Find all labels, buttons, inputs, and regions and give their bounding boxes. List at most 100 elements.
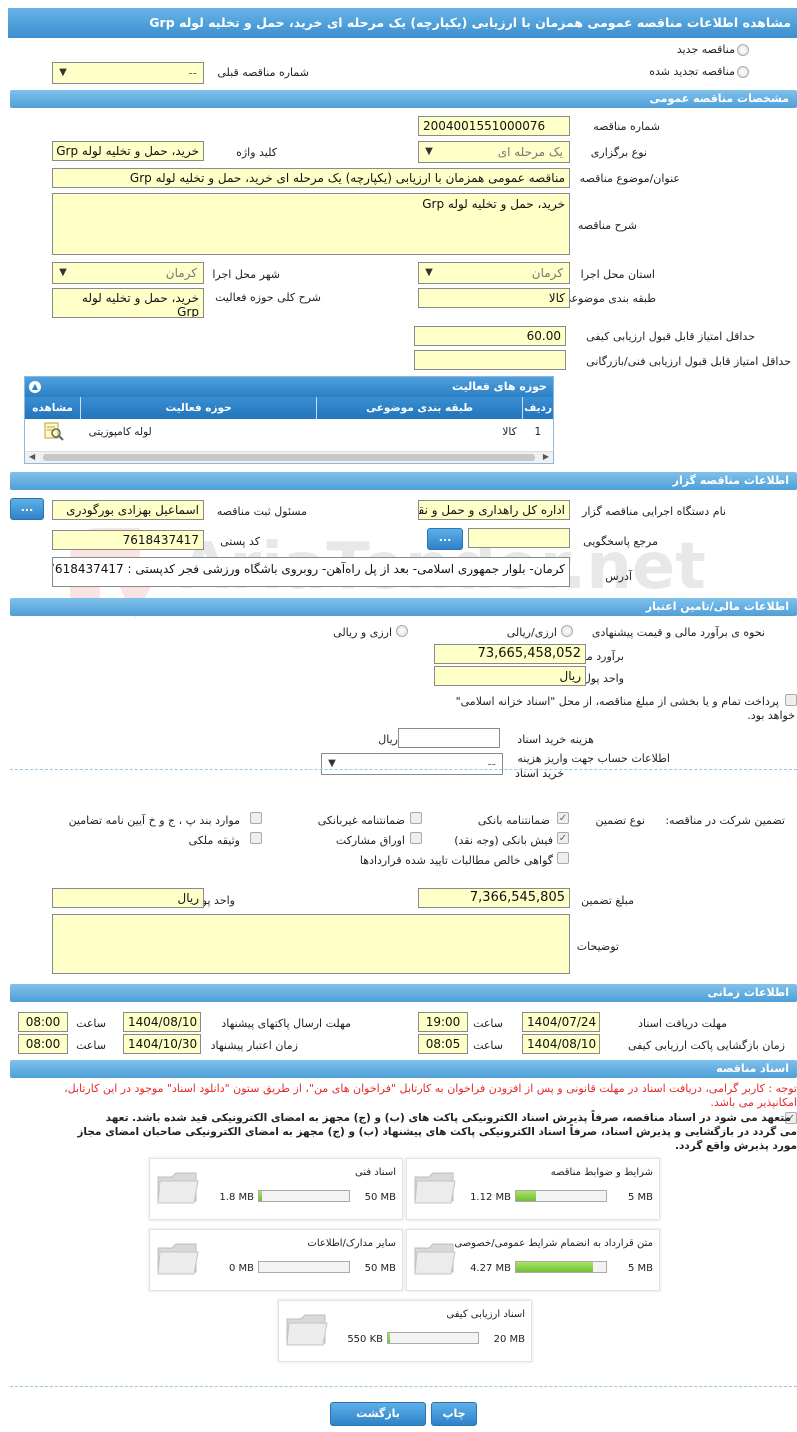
col-area: حوزه فعالیت	[80, 397, 317, 419]
guarantee-unit-field: ریال	[52, 888, 204, 908]
currency-rial-label: ارزی/ریالی	[506, 626, 557, 639]
document-card[interactable]: متن قرارداد به انضمام شرایط عمومی/خصوصی 5…	[406, 1229, 660, 1291]
opening-time: 08:05	[418, 1034, 468, 1054]
scope-field: خرید، حمل و تخلیه لوله Grp	[52, 288, 204, 318]
pledge-text-3: مورد پذیرش واقع گردد.	[674, 1140, 797, 1152]
address-label: آدرس	[605, 570, 632, 583]
footer-divider	[10, 1386, 797, 1387]
category-label: طبقه بندی موضوعی	[562, 292, 656, 305]
notes-label: توضیحات	[576, 940, 619, 953]
horizontal-scrollbar[interactable]: ◀ ▶	[25, 451, 553, 463]
city-select[interactable]: کرمان ▼	[52, 262, 204, 284]
document-card[interactable]: سایر مدارک/اطلاعات 50 MB 0 MB	[149, 1229, 403, 1291]
min-tech-field	[414, 350, 566, 370]
document-progress-bar	[387, 1332, 479, 1344]
document-name: اسناد فنی	[355, 1167, 396, 1178]
doc-receive-label: مهلت دریافت اسناد	[638, 1017, 727, 1030]
validity-time-label: ساعت	[76, 1039, 106, 1052]
row-category: کالا	[502, 426, 517, 438]
new-tender-label: مناقصه جدید	[676, 43, 735, 56]
province-label: استان محل اجرا	[580, 268, 655, 281]
city-label: شهر محل اجرا	[212, 268, 280, 281]
bonds-label: اوراق مشارکت	[335, 834, 405, 847]
treasury-checkbox[interactable]	[785, 694, 797, 706]
clauses-label: موارد بند پ ، ج و خ آیین نامه تضامین	[68, 814, 240, 827]
description-label: شرح مناقصه	[577, 219, 637, 232]
account-label-1: اطلاعات حساب جهت واریز هزینه	[517, 752, 670, 765]
collapse-icon[interactable]: ▲	[29, 381, 41, 393]
bonds-checkbox[interactable]	[410, 832, 422, 844]
currency-and-rial-radio[interactable]	[396, 625, 408, 637]
validity-date: 1404/10/30	[123, 1034, 201, 1054]
min-quality-label: حداقل امتیاز قابل قبول ارزیابی کیفی	[586, 330, 755, 343]
pledge-text-2: می گردد در بازگشایی و پذیرش اسناد، صرفاً…	[77, 1126, 797, 1138]
subject-label: عنوان/موضوع مناقصه	[579, 172, 680, 185]
tender-number-field: 2004001551000076	[418, 116, 570, 136]
province-select[interactable]: کرمان ▼	[418, 262, 570, 284]
reference-label: مرجع پاسخگویی	[583, 535, 658, 548]
scope-label: شرح کلی حوزه فعالیت	[215, 291, 321, 304]
documents-section-header: اسناد مناقصه	[10, 1060, 797, 1078]
document-progress-fill	[259, 1191, 263, 1201]
bank-check-checkbox[interactable]: ✓	[557, 832, 569, 844]
bank-guarantee-checkbox[interactable]: ✓	[557, 812, 569, 824]
activity-table: ردیف طبقه بندی موضوعی حوزه فعالیت مشاهده…	[25, 397, 553, 445]
view-document-icon[interactable]	[42, 421, 64, 441]
net-claims-checkbox[interactable]	[557, 852, 569, 864]
finance-section-header: اطلاعات مالی/تامین اعتبار	[10, 598, 797, 616]
type-select[interactable]: یک مرحله ای ▼	[418, 141, 570, 163]
min-tech-label: حداقل امتیاز قابل قبول ارزیابی فنی/بازرگ…	[586, 355, 791, 368]
currency-and-rial-label: ارزی و ریالی	[333, 626, 392, 639]
general-section-header: مشخصات مناقصه عمومی	[10, 90, 797, 108]
property-checkbox[interactable]	[250, 832, 262, 844]
pledge-text-1: متعهد می شود در اسناد مناقصه، صرفاً پذیر…	[105, 1112, 791, 1124]
reference-more-button[interactable]: ...	[427, 528, 463, 550]
table-row: 1 کالا لوله کامپوزیتی	[25, 419, 553, 445]
document-progress-bar	[258, 1261, 350, 1273]
document-progress-fill	[516, 1191, 537, 1201]
folder-icon	[157, 1172, 199, 1204]
prev-number-label: شماره مناقصه قبلی	[217, 66, 309, 79]
document-card[interactable]: اسناد فنی 50 MB 1.8 MB	[149, 1158, 403, 1220]
section-divider	[10, 769, 797, 770]
prev-number-select[interactable]: -- ▼	[52, 62, 204, 84]
document-progress-fill	[388, 1333, 391, 1343]
doc-receive-time: 19:00	[418, 1012, 468, 1032]
nonbank-guarantee-checkbox[interactable]	[410, 812, 422, 824]
subject-field: مناقصه عمومی همزمان با ارزیابی (یکپارچه)…	[52, 168, 570, 188]
document-used-size: 4.27 MB	[470, 1263, 511, 1274]
print-button[interactable]: چاپ	[431, 1402, 477, 1426]
new-tender-radio[interactable]	[737, 44, 749, 56]
opening-time-label: ساعت	[473, 1039, 503, 1052]
org-label: نام دستگاه اجرایی مناقصه گزار	[582, 505, 726, 518]
document-card[interactable]: اسناد ارزیابی کیفی 20 MB 550 KB	[278, 1300, 532, 1362]
currency-field: ریال	[434, 666, 586, 686]
currency-rial-radio[interactable]	[561, 625, 573, 637]
col-view: مشاهده	[32, 402, 73, 414]
responsible-more-button[interactable]: ...	[10, 498, 44, 520]
clauses-checkbox[interactable]	[250, 812, 262, 824]
activity-panel-header: حوزه های فعالیت ▲	[25, 377, 553, 397]
type-label: نوع برگزاری	[590, 146, 647, 159]
treasury-text-1: پرداخت تمام و یا بخشی از مبلغ مناقصه، از…	[455, 695, 779, 708]
chevron-down-icon: ▼	[59, 67, 67, 78]
document-card[interactable]: شرایط و ضوابط مناقصه 5 MB 1.12 MB	[406, 1158, 660, 1220]
activity-panel: حوزه های فعالیت ▲ ردیف طبقه بندی موضوعی …	[24, 376, 554, 464]
document-total-size: 20 MB	[493, 1334, 525, 1345]
guarantee-amount-label: مبلغ تضمین	[581, 894, 634, 907]
doc-receive-time-label: ساعت	[473, 1017, 503, 1030]
treasury-text-2: خواهد بود.	[747, 709, 795, 722]
bank-guarantee-label: ضمانتنامه بانکی	[477, 814, 550, 827]
back-button[interactable]: بازگشت	[330, 1402, 426, 1426]
document-total-size: 50 MB	[364, 1263, 396, 1274]
account-select[interactable]: -- ▼	[321, 753, 503, 775]
tender-number-label: شماره مناقصه	[593, 120, 660, 133]
opening-date: 1404/08/10	[522, 1034, 600, 1054]
documents-notice-2: امکانپذیر می باشد.	[710, 1096, 797, 1109]
responsible-field: اسماعیل بهزادی بورگودری	[52, 500, 204, 520]
reference-field	[468, 528, 570, 548]
renewed-tender-radio[interactable]	[737, 66, 749, 78]
send-deadline-date: 1404/08/10	[123, 1012, 201, 1032]
chevron-down-icon: ▼	[59, 267, 67, 278]
document-name: متن قرارداد به انضمام شرایط عمومی/خصوصی	[454, 1238, 653, 1249]
